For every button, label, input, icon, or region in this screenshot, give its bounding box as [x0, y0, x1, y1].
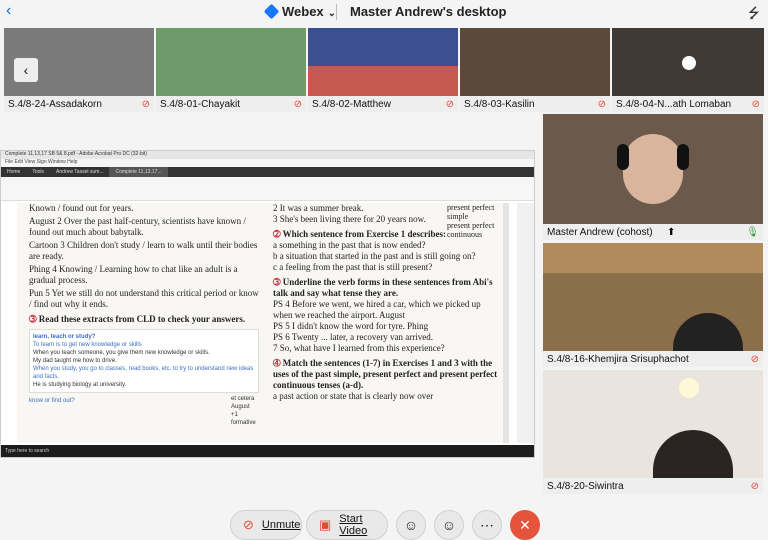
app-switcher[interactable]: Webex ⌄ [263, 3, 337, 20]
exercise-line: PS 6 Twenty ... later, a recovery van ar… [273, 332, 434, 342]
mic-muted-icon: ⊘ [293, 99, 302, 110]
exercise-line: Cartoon 3 Children don't study / learn t… [29, 240, 258, 261]
shared-screen: Complete 11,13,17 SB 5& 8.pdf - Adobe Ac… [0, 150, 535, 458]
scrollbar[interactable] [503, 203, 509, 443]
bluetooth-icon: ⭍ [748, 5, 760, 21]
mic-muted-icon: ⊘ [751, 99, 760, 110]
extract-line: To learn is to get new knowledge or skil… [33, 342, 142, 348]
top-bar: ‹ Webex ⌄ Master Andrew's desktop ⭍ [0, 0, 768, 24]
participant-tile[interactable]: S.4/8-01-Chayakit ⊘ [156, 28, 306, 112]
tab: Complete 11,13,17... [109, 167, 168, 177]
participant-name: S.4/8-03-Kasilin [464, 99, 535, 110]
task-heading: Read these extracts from CLD to check yo… [38, 314, 246, 324]
menu-bar: File Edit View Sign Window Help [1, 159, 534, 167]
mic-muted-icon: ⊘ [750, 354, 759, 365]
reactions-button[interactable]: ☺ [434, 510, 464, 540]
pdf-page: Known / found out for years. August 2 Ov… [17, 203, 503, 443]
participant-tile[interactable]: S.4/8-02-Matthew ⊘ [308, 28, 458, 112]
scroll-left-button[interactable]: ‹ [14, 58, 38, 82]
participant-tile[interactable]: S.4/8-20-Siwintra ⊘ [543, 370, 763, 494]
close-icon: ✕ [519, 516, 531, 533]
mic-muted-icon: ⊘ [750, 481, 759, 492]
participant-name: S.4/8-01-Chayakit [160, 99, 241, 110]
headphones-icon [617, 144, 629, 170]
exercise-line: a something in the past that is now ende… [273, 240, 426, 250]
exercise-line: 7 So, what have I learned from this expe… [273, 343, 445, 353]
meeting-title: Master Andrew's desktop [350, 4, 507, 19]
exercise-line: b a situation that started in the past a… [273, 251, 476, 261]
task-heading: Match the sentences (1-7) in Exercises 1… [273, 358, 498, 390]
exercise-line: Known / found out for years. [29, 203, 134, 213]
exercise-line: c a feeling from the past that is still … [273, 262, 433, 272]
tab: Tools [32, 169, 45, 175]
dictionary-extract: learn, teach or study? To learn is to ge… [29, 329, 259, 426]
window-title: Complete 11,13,17 SB 5& 8.pdf - Adobe Ac… [1, 151, 534, 159]
annotation: +1 formative [231, 412, 256, 426]
participant-tile[interactable]: ‹ S.4/8-24-Assadakorn ⊘ [4, 28, 154, 112]
host-face [623, 134, 683, 204]
tools-pane [517, 203, 534, 443]
exercise-line: August 2 Over the past half-century, sci… [29, 216, 246, 237]
extract-title: learn, teach or study? [33, 334, 96, 340]
exercise-line: PS 5 I didn't know the word for tyre. Ph… [273, 321, 429, 331]
participant-name: S.4/8-16-Khemjira Srisuphachot [547, 354, 689, 365]
extract-line: When you study, you go to classes, read … [33, 366, 254, 380]
start-video-button[interactable]: ▣ Start Video [306, 510, 388, 540]
extract-line: He is studying biology at university. [33, 382, 127, 388]
mic-muted-icon: ⊘ [445, 99, 454, 110]
exercise-line: Phing 4 Knowing / Learning how to chat l… [29, 264, 238, 285]
tab: Andrew Tassel sum... [56, 169, 104, 175]
extract-line: My dad taught me how to drive. [33, 358, 117, 364]
more-icon: ⋯ [480, 516, 494, 533]
participants-button[interactable]: ☺ [396, 510, 426, 540]
mic-muted-icon: ⊘ [243, 517, 254, 532]
annotation: et cetera [231, 396, 255, 402]
participant-name: S.4/8-04-N...ath Lomaban [616, 99, 732, 110]
divider [336, 4, 337, 20]
smile-icon: ☺ [441, 517, 457, 533]
more-button[interactable]: ⋯ [472, 510, 502, 540]
tab-bar: Home Tools Andrew Tassel sum... Complete… [1, 167, 534, 177]
share-icon: ⬆ [667, 227, 676, 238]
tense-labels: present perfect simple present perfect c… [447, 203, 503, 239]
participant-tile[interactable]: S.4/8-16-Khemjira Srisuphachot ⊘ [543, 243, 763, 367]
mic-muted-icon: ⊘ [141, 99, 150, 110]
participant-name: S.4/8-24-Assadakorn [8, 99, 102, 110]
taskbar-search: Type here to search [5, 448, 50, 454]
exercise-number: ➂ [29, 314, 37, 324]
left-column: Known / found out for years. August 2 Ov… [29, 203, 259, 426]
person-icon: ☺ [403, 517, 419, 533]
tab: Home [7, 169, 21, 175]
participant-name: S.4/8-20-Siwintra [547, 481, 624, 492]
task-heading: Which sentence from Exercise 1 describes… [282, 229, 447, 239]
participant-name: S.4/8-02-Matthew [312, 99, 391, 110]
tense-label: present perfect simple [447, 203, 495, 221]
webex-logo-icon [263, 3, 280, 20]
leave-button[interactable]: ✕ [510, 510, 540, 540]
participant-tile[interactable]: S.4/8-03-Kasilin ⊘ [460, 28, 610, 112]
unmute-button[interactable]: ⊘ Unmute [230, 510, 302, 540]
exercise-line: PS 4 Before we went, we hired a car, whi… [273, 299, 481, 320]
tense-label: present perfect continuous [447, 221, 495, 239]
mic-muted-icon: ⊘ [597, 99, 606, 110]
taskbar: Type here to search [1, 445, 534, 457]
mic-icon: 🎙 [746, 227, 759, 238]
back-icon[interactable]: ‹ [6, 2, 11, 20]
participant-tile[interactable]: S.4/8-04-N...ath Lomaban ⊘ [612, 28, 764, 112]
exercise-line: Pun 5 Yet we still do not understand thi… [29, 288, 259, 309]
participant-name: Master Andrew (cohost) [547, 227, 653, 238]
chevron-down-icon: ⌄ [327, 8, 337, 19]
pdf-toolbar [1, 177, 534, 201]
exercise-line: a past action or state that is clearly n… [273, 391, 434, 401]
annotation: August [231, 404, 250, 410]
extract-line: When you teach someone, you give them ne… [33, 350, 210, 356]
task-heading: Underline the verb forms in these senten… [273, 277, 493, 298]
video-off-icon: ▣ [319, 517, 332, 532]
extract-footer: know or find out? [29, 398, 75, 404]
host-video-tile[interactable]: Master Andrew (cohost) ⬆ 🎙 [543, 114, 763, 240]
